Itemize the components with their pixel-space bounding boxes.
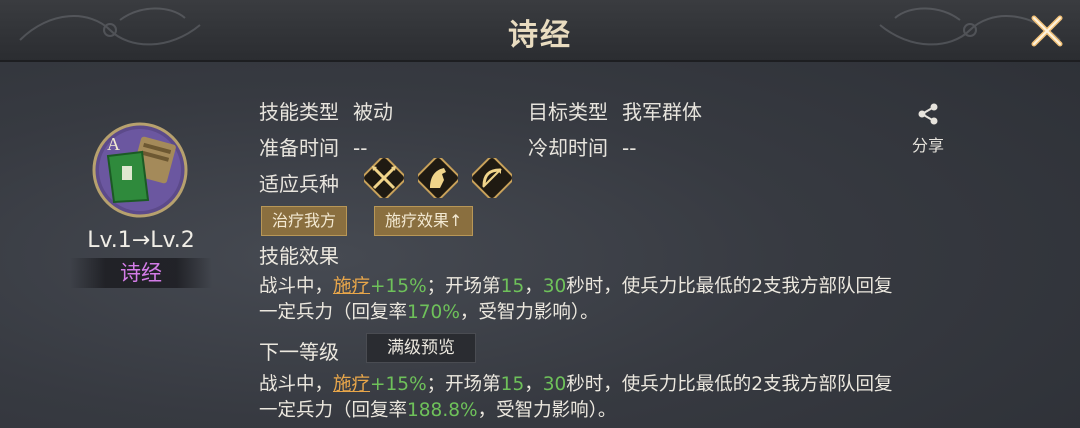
skill-type-label: 技能类型 <box>259 100 339 124</box>
effect-title: 技能效果 <box>259 244 339 268</box>
share-label: 分享 <box>911 136 944 155</box>
prep-time-row: 准备时间 -- <box>259 132 367 161</box>
share-button[interactable]: 分享 <box>904 102 952 156</box>
troop-type-row: 适应兵种 <box>259 168 339 197</box>
prep-time-value: -- <box>353 136 368 160</box>
max-level-preview-button[interactable]: 满级预览 <box>366 333 476 363</box>
heal-keyword-link[interactable]: 施疗 <box>333 374 370 395</box>
effect-text: 战斗中， <box>259 276 334 297</box>
effect-number: 170% <box>407 302 460 323</box>
effect-text: ；开场第 <box>426 276 501 297</box>
effect-number: 15 <box>500 276 525 297</box>
effect-number: +15% <box>370 276 427 297</box>
heal-keyword-link[interactable]: 施疗 <box>333 276 370 297</box>
skill-type-row: 技能类型 被动 <box>259 96 393 125</box>
next-number: 188.8% <box>407 400 478 421</box>
next-text: ，受智力影响）。 <box>477 400 617 421</box>
skill-detail-panel: 诗经 A Lv.1→Lv.2 诗经 技能类型 被动 目标类型 我军群体 准备时间 -- <box>0 0 1080 428</box>
tag-heal-boost: 施疗效果↑ <box>374 206 474 236</box>
close-button[interactable] <box>1028 12 1066 50</box>
next-number: +15% <box>370 374 427 395</box>
next-number: 30 <box>542 374 567 395</box>
effect-text: 一定兵力（回复率 <box>259 302 408 323</box>
next-text: 秒时，使兵力比最低的2支我方部队回复 <box>566 374 893 395</box>
next-number: 15 <box>500 374 525 395</box>
next-text: 一定兵力（回复率 <box>259 400 408 421</box>
page-title: 诗经 <box>508 18 572 53</box>
share-icon <box>918 103 938 125</box>
next-text: ， <box>524 374 543 395</box>
effect-text: ， <box>524 276 543 297</box>
troop-type-label: 适应兵种 <box>259 172 339 196</box>
spear-icon <box>364 158 404 198</box>
effect-description: 战斗中，施疗+15%；开场第15，30秒时，使兵力比最低的2支我方部队回复一定兵… <box>259 274 1039 326</box>
skill-name: 诗经 <box>70 258 212 288</box>
bow-icon <box>472 158 512 198</box>
next-level-title: 下一等级 <box>259 340 339 364</box>
prep-time-label: 准备时间 <box>259 136 339 160</box>
grade-label: A <box>107 134 120 154</box>
target-type-label: 目标类型 <box>528 100 608 124</box>
tag-heal-ally: 治疗我方 <box>261 206 348 236</box>
next-level-description: 战斗中，施疗+15%；开场第15，30秒时，使兵力比最低的2支我方部队回复一定兵… <box>259 372 1039 424</box>
effect-text: ，受智力影响）。 <box>459 302 599 323</box>
target-type-row: 目标类型 我军群体 <box>528 96 702 125</box>
next-text: ；开场第 <box>426 374 501 395</box>
next-text: 战斗中， <box>259 374 334 395</box>
skill-type-value: 被动 <box>353 100 393 124</box>
close-icon <box>1031 15 1063 47</box>
effect-number: 30 <box>542 276 567 297</box>
level-progress: Lv.1→Lv.2 <box>87 228 195 253</box>
effect-text: 秒时，使兵力比最低的2支我方部队回复 <box>566 276 893 297</box>
header-bar: 诗经 <box>0 0 1080 62</box>
cavalry-icon <box>418 158 458 198</box>
cooldown-label: 冷却时间 <box>528 136 608 160</box>
cooldown-row: 冷却时间 -- <box>528 132 636 161</box>
skill-icon: A <box>92 122 188 218</box>
target-type-value: 我军群体 <box>622 100 702 124</box>
cooldown-value: -- <box>622 136 637 160</box>
